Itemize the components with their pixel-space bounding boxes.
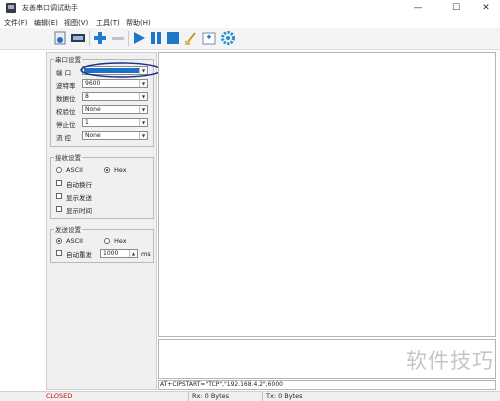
auto-resend-label: 自动重发 (66, 251, 92, 259)
watermark-text: 软件技巧 (406, 349, 494, 373)
port-label: 端 口 (56, 69, 72, 77)
parity-select[interactable]: None ▼ (82, 105, 148, 114)
chevron-down-icon: ▼ (139, 119, 147, 126)
rx-count: Rx: 0 Bytes (192, 392, 230, 400)
menu-help[interactable]: 帮助(H) (126, 18, 151, 28)
send-command-input[interactable]: AT+CIPSTART="TCP","192.168.4.2",6000 (158, 380, 496, 390)
play-icon[interactable] (131, 30, 147, 46)
receive-settings-title: 接收设置 (54, 152, 82, 162)
remove-icon[interactable] (110, 30, 126, 46)
status-separator (262, 392, 263, 401)
toolbar-separator (89, 31, 90, 46)
receive-ascii-label: ASCII (66, 166, 83, 174)
auto-wrap-checkbox[interactable] (56, 180, 62, 186)
stopbits-value: 1 (85, 119, 89, 126)
chevron-down-icon: ▼ (139, 132, 147, 139)
send-ascii-label: ASCII (66, 237, 83, 245)
menu-file[interactable]: 文件(F) (4, 18, 28, 28)
receive-ascii-radio[interactable] (56, 167, 62, 173)
close-button[interactable]: ✕ (472, 0, 500, 17)
resend-interval-input[interactable]: 1000 ▲ (100, 249, 138, 258)
databits-select[interactable]: 8 ▼ (82, 92, 148, 101)
serial-settings-title: 串口设置 (54, 54, 82, 64)
show-send-label: 显示发送 (66, 194, 92, 202)
show-time-label: 显示时间 (66, 207, 92, 215)
status-bar (0, 391, 500, 401)
send-hex-label: Hex (114, 237, 127, 245)
flow-select[interactable]: None ▼ (82, 131, 148, 140)
settings-gear-icon[interactable] (220, 30, 236, 46)
send-ascii-radio[interactable] (56, 238, 62, 244)
resend-interval-value: 1000 (103, 250, 119, 257)
menu-tools[interactable]: 工具(T) (96, 18, 120, 28)
chevron-down-icon: ▼ (139, 80, 147, 87)
spinner-icon[interactable]: ▲ (129, 250, 137, 257)
databits-label: 数据位 (56, 95, 76, 103)
menu-view[interactable]: 视图(V) (64, 18, 88, 28)
chevron-down-icon: ▼ (139, 93, 147, 100)
auto-resend-checkbox[interactable] (56, 250, 62, 256)
open-file-icon[interactable] (52, 30, 68, 46)
pause-icon[interactable] (148, 30, 164, 46)
show-time-checkbox[interactable] (56, 206, 62, 212)
resend-interval-unit: ms (141, 250, 151, 258)
send-settings-title: 发送设置 (54, 224, 82, 234)
receive-textarea[interactable] (158, 52, 496, 337)
receive-hex-label: Hex (114, 166, 127, 174)
parity-value: None (85, 106, 101, 113)
chevron-down-icon: ▼ (139, 106, 147, 113)
menu-edit[interactable]: 编辑(E) (34, 18, 58, 28)
maximize-button[interactable]: ☐ (442, 0, 470, 17)
baud-value: 9600 (85, 80, 101, 87)
minimize-button[interactable]: — (404, 0, 432, 17)
stop-icon[interactable] (165, 30, 181, 46)
databits-value: 8 (85, 93, 89, 100)
flow-value: None (85, 132, 101, 139)
flow-label: 流 控 (56, 134, 72, 142)
show-send-checkbox[interactable] (56, 193, 62, 199)
stopbits-label: 停止位 (56, 121, 76, 129)
annotation-circle (80, 62, 162, 78)
send-hex-radio[interactable] (104, 238, 110, 244)
receive-hex-radio[interactable] (104, 167, 110, 173)
parity-label: 校验位 (56, 108, 76, 116)
baud-label: 波特率 (56, 82, 76, 90)
app-icon (6, 3, 16, 13)
tx-count: Tx: 0 Bytes (266, 392, 303, 400)
toolbar-separator (128, 31, 129, 46)
baud-select[interactable]: 9600 ▼ (82, 79, 148, 88)
new-window-icon[interactable] (201, 30, 217, 46)
status-separator (188, 392, 189, 401)
window-title: 友善串口调试助手 (22, 4, 78, 12)
stopbits-select[interactable]: 1 ▼ (82, 118, 148, 127)
auto-wrap-label: 自动换行 (66, 181, 92, 189)
serial-port-icon[interactable] (70, 30, 86, 46)
clear-brush-icon[interactable] (183, 30, 199, 46)
add-icon[interactable] (92, 30, 108, 46)
connection-status: CLOSED (46, 392, 73, 400)
